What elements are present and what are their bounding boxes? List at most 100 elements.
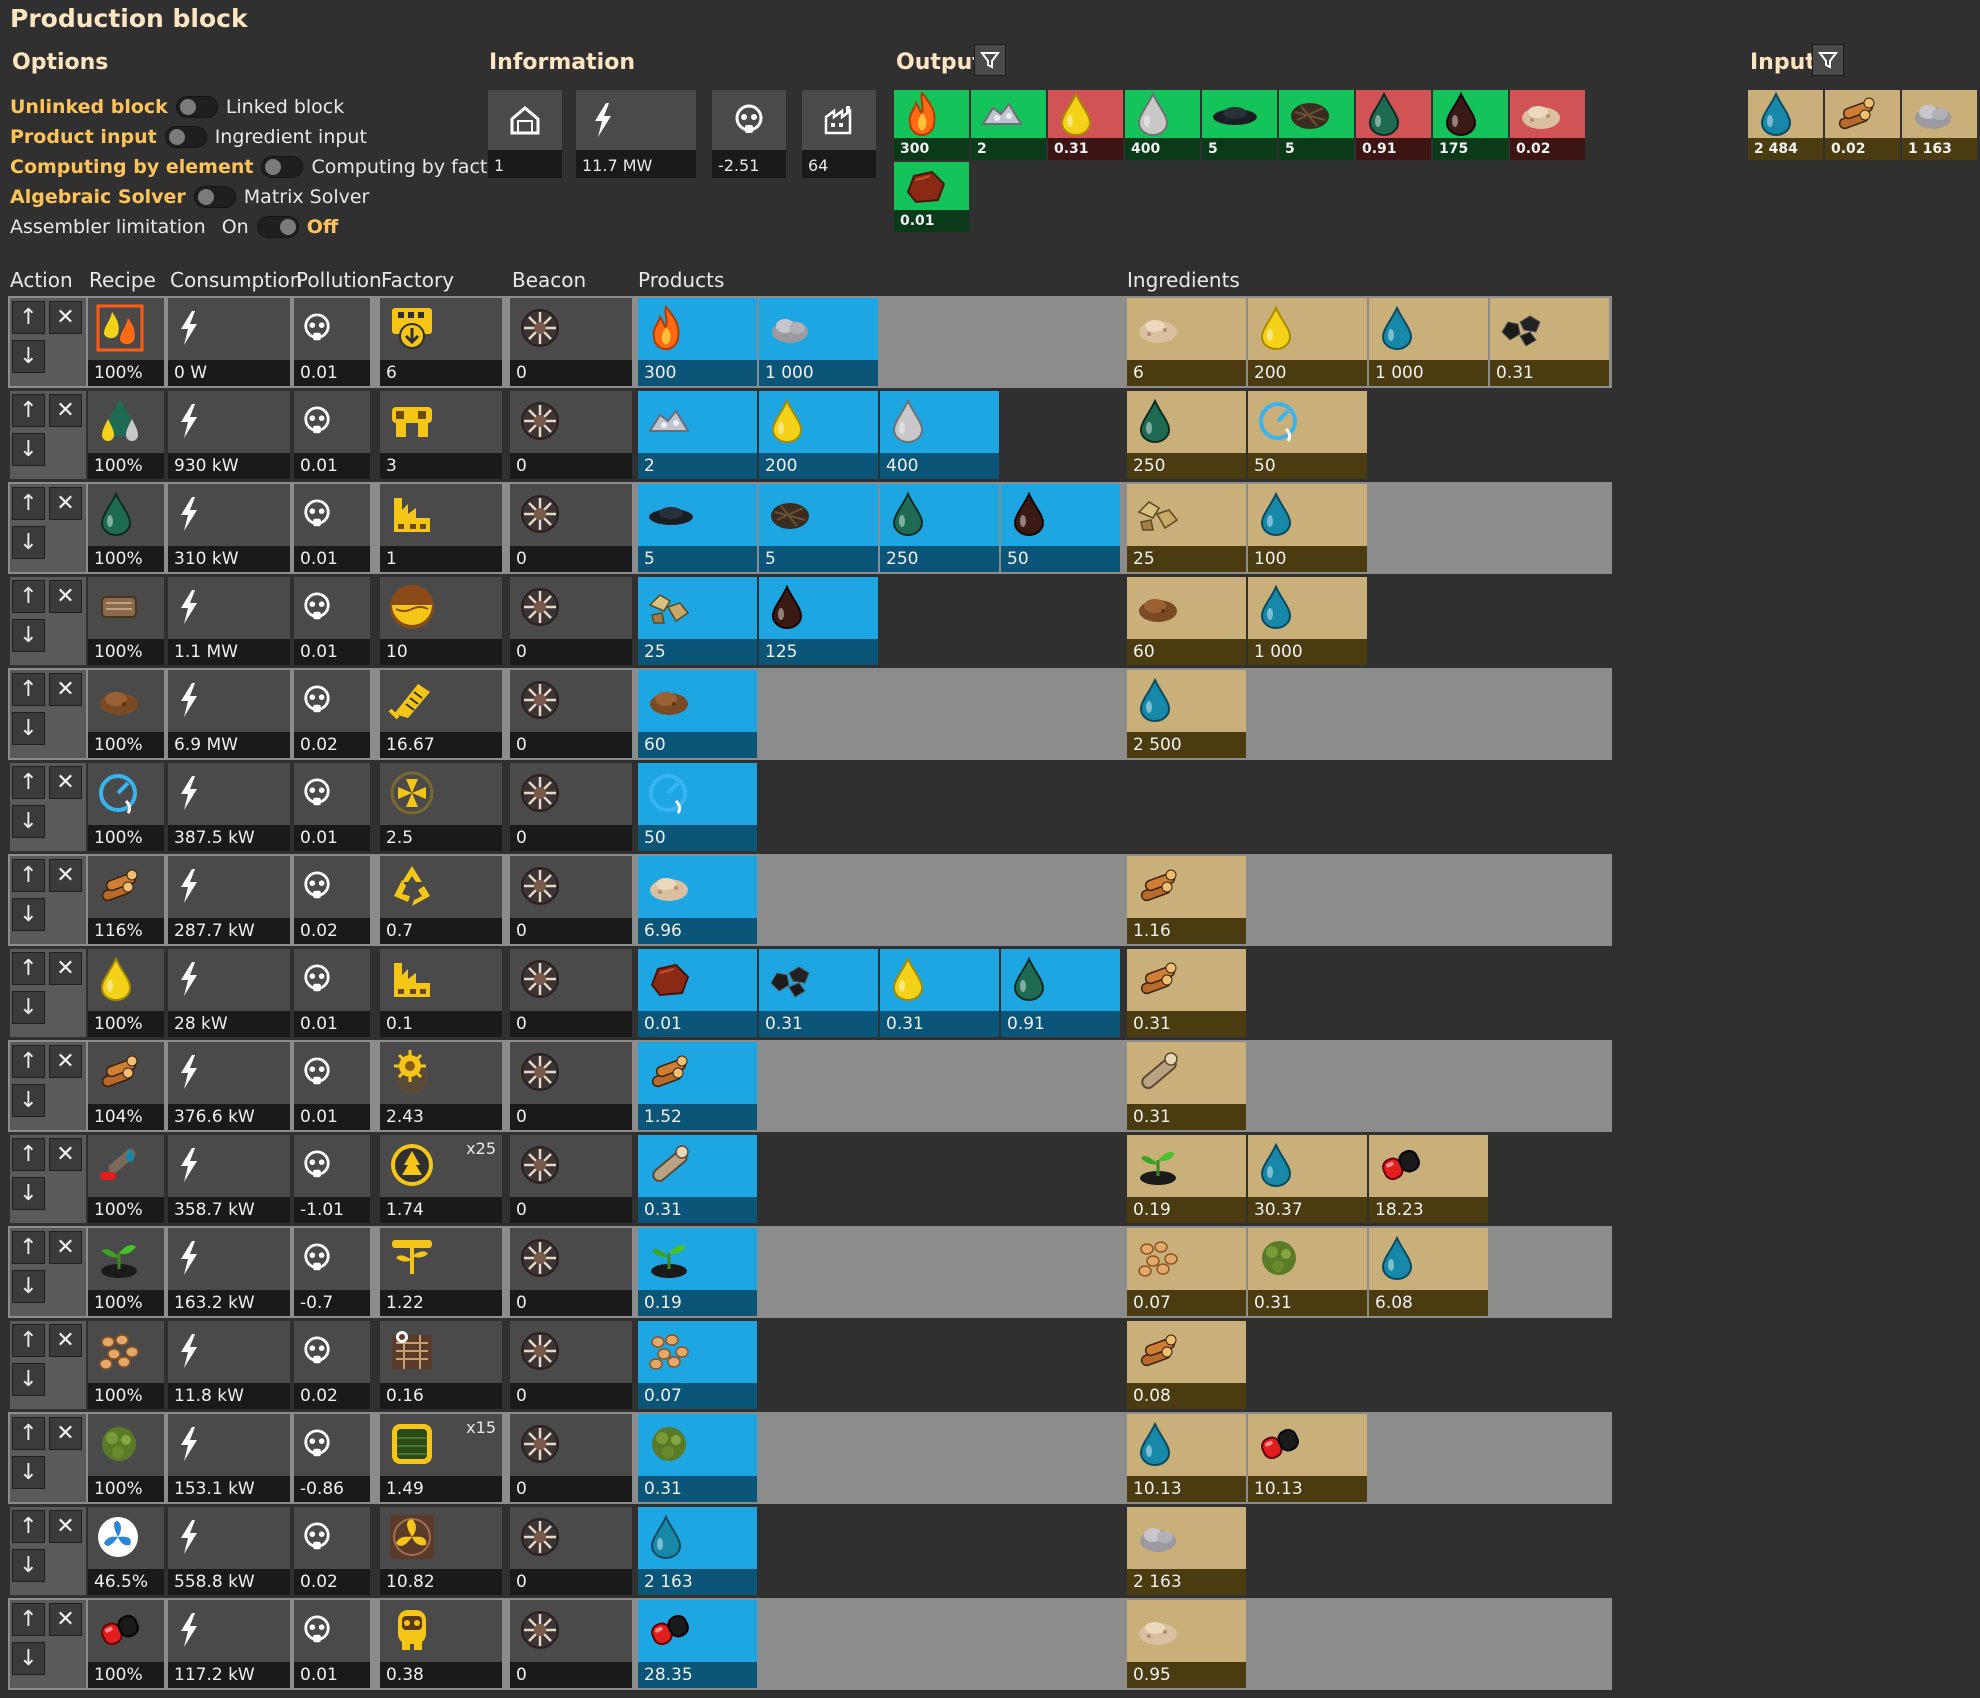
- consumption-cell[interactable]: 11.8 kW: [168, 1321, 290, 1409]
- beacon-cell[interactable]: 0: [510, 670, 632, 758]
- pollution-cell[interactable]: 0.02: [294, 856, 370, 944]
- recipe-cell[interactable]: 100%: [88, 949, 164, 1037]
- beacon-cell[interactable]: 0: [510, 1507, 632, 1595]
- consumption-cell[interactable]: 1.1 MW: [168, 577, 290, 665]
- move-down-button[interactable]: ↓: [12, 1363, 45, 1396]
- delete-row-button[interactable]: ✕: [49, 952, 82, 985]
- beacon-cell[interactable]: 0: [510, 391, 632, 479]
- factory-cell[interactable]: 0.7: [380, 856, 502, 944]
- pollution-cell[interactable]: 0.01: [294, 577, 370, 665]
- beacon-cell[interactable]: 0: [510, 949, 632, 1037]
- move-down-button[interactable]: ↓: [12, 1084, 45, 1117]
- beacon-cell[interactable]: 0: [510, 577, 632, 665]
- beacon-cell[interactable]: 0: [510, 856, 632, 944]
- move-up-button[interactable]: ↑: [12, 766, 45, 799]
- beacon-cell[interactable]: 0: [510, 1135, 632, 1223]
- ingredient-item[interactable]: 0.31: [1490, 298, 1609, 386]
- product-item[interactable]: 0.19: [638, 1228, 757, 1316]
- link-switch[interactable]: [175, 96, 218, 118]
- delete-row-button[interactable]: ✕: [49, 580, 82, 613]
- input-item[interactable]: 0.02: [1825, 90, 1900, 160]
- ingredient-item[interactable]: 0.31: [1127, 949, 1246, 1037]
- move-up-button[interactable]: ↑: [12, 1603, 45, 1636]
- recipe-cell[interactable]: 100%: [88, 1135, 164, 1223]
- consumption-cell[interactable]: 117.2 kW: [168, 1600, 290, 1688]
- ingredient-item[interactable]: 0.31: [1127, 1042, 1246, 1130]
- factory-cell[interactable]: 0.16: [380, 1321, 502, 1409]
- product-item[interactable]: 50: [638, 763, 757, 851]
- recipe-cell[interactable]: 100%: [88, 670, 164, 758]
- pollution-cell[interactable]: 0.02: [294, 670, 370, 758]
- compute-mode-switch[interactable]: [261, 156, 304, 178]
- output-item[interactable]: 5: [1202, 90, 1277, 160]
- product-item[interactable]: 250: [880, 484, 999, 572]
- recipe-cell[interactable]: 100%: [88, 577, 164, 665]
- consumption-cell[interactable]: 387.5 kW: [168, 763, 290, 851]
- ingredient-item[interactable]: 10.13: [1127, 1414, 1246, 1502]
- move-up-button[interactable]: ↑: [12, 1417, 45, 1450]
- move-down-button[interactable]: ↓: [12, 1270, 45, 1303]
- output-item[interactable]: 2: [971, 90, 1046, 160]
- delete-row-button[interactable]: ✕: [49, 301, 82, 334]
- consumption-cell[interactable]: 930 kW: [168, 391, 290, 479]
- input-item[interactable]: 2 484: [1748, 90, 1823, 160]
- delete-row-button[interactable]: ✕: [49, 1510, 82, 1543]
- ingredient-item[interactable]: 200: [1248, 298, 1367, 386]
- output-item[interactable]: 300: [894, 90, 969, 160]
- pollution-cell[interactable]: 0.02: [294, 1321, 370, 1409]
- product-item[interactable]: 0.07: [638, 1321, 757, 1409]
- factory-cell[interactable]: 6: [380, 298, 502, 386]
- ingredient-item[interactable]: 25: [1127, 484, 1246, 572]
- recipe-cell[interactable]: 100%: [88, 484, 164, 572]
- ingredient-item[interactable]: 0.19: [1127, 1135, 1246, 1223]
- move-up-button[interactable]: ↑: [12, 1231, 45, 1264]
- ingredient-item[interactable]: 0.08: [1127, 1321, 1246, 1409]
- move-up-button[interactable]: ↑: [12, 1324, 45, 1357]
- ingredient-item[interactable]: 1.16: [1127, 856, 1246, 944]
- pollution-cell[interactable]: -1.01: [294, 1135, 370, 1223]
- product-item[interactable]: 60: [638, 670, 757, 758]
- ingredient-item[interactable]: 0.95: [1127, 1600, 1246, 1688]
- output-item[interactable]: 175: [1433, 90, 1508, 160]
- pollution-cell[interactable]: -0.7: [294, 1228, 370, 1316]
- move-down-button[interactable]: ↓: [12, 805, 45, 838]
- ingredient-item[interactable]: 1 000: [1369, 298, 1488, 386]
- beacon-cell[interactable]: 0: [510, 1042, 632, 1130]
- consumption-cell[interactable]: 163.2 kW: [168, 1228, 290, 1316]
- pollution-cell[interactable]: 0.01: [294, 1600, 370, 1688]
- product-item[interactable]: 1.52: [638, 1042, 757, 1130]
- product-item[interactable]: 1 000: [759, 298, 878, 386]
- delete-row-button[interactable]: ✕: [49, 487, 82, 520]
- output-item[interactable]: 400: [1125, 90, 1200, 160]
- recipe-cell[interactable]: 100%: [88, 763, 164, 851]
- pollution-cell[interactable]: 0.01: [294, 949, 370, 1037]
- ingredient-item[interactable]: 2 500: [1127, 670, 1246, 758]
- input-filter-button[interactable]: [1812, 44, 1844, 76]
- product-item[interactable]: 5: [638, 484, 757, 572]
- product-item[interactable]: 300: [638, 298, 757, 386]
- product-item[interactable]: 0.91: [1001, 949, 1120, 1037]
- move-down-button[interactable]: ↓: [12, 1642, 45, 1675]
- ingredient-item[interactable]: 50: [1248, 391, 1367, 479]
- ingredient-item[interactable]: 6.08: [1369, 1228, 1488, 1316]
- output-item[interactable]: 0.91: [1356, 90, 1431, 160]
- move-up-button[interactable]: ↑: [12, 394, 45, 427]
- ingredient-item[interactable]: 250: [1127, 391, 1246, 479]
- move-down-button[interactable]: ↓: [12, 433, 45, 466]
- beacon-cell[interactable]: 0: [510, 763, 632, 851]
- recipe-cell[interactable]: 100%: [88, 1600, 164, 1688]
- recipe-cell[interactable]: 116%: [88, 856, 164, 944]
- product-item[interactable]: 0.31: [880, 949, 999, 1037]
- move-down-button[interactable]: ↓: [12, 1177, 45, 1210]
- product-item[interactable]: 25: [638, 577, 757, 665]
- consumption-cell[interactable]: 153.1 kW: [168, 1414, 290, 1502]
- product-item[interactable]: 50: [1001, 484, 1120, 572]
- ingredient-item[interactable]: 60: [1127, 577, 1246, 665]
- factory-cell[interactable]: 3: [380, 391, 502, 479]
- beacon-cell[interactable]: 0: [510, 484, 632, 572]
- pollution-cell[interactable]: 0.01: [294, 763, 370, 851]
- product-item[interactable]: 0.31: [638, 1135, 757, 1223]
- factory-cell[interactable]: 2.5: [380, 763, 502, 851]
- consumption-cell[interactable]: 376.6 kW: [168, 1042, 290, 1130]
- recipe-cell[interactable]: 104%: [88, 1042, 164, 1130]
